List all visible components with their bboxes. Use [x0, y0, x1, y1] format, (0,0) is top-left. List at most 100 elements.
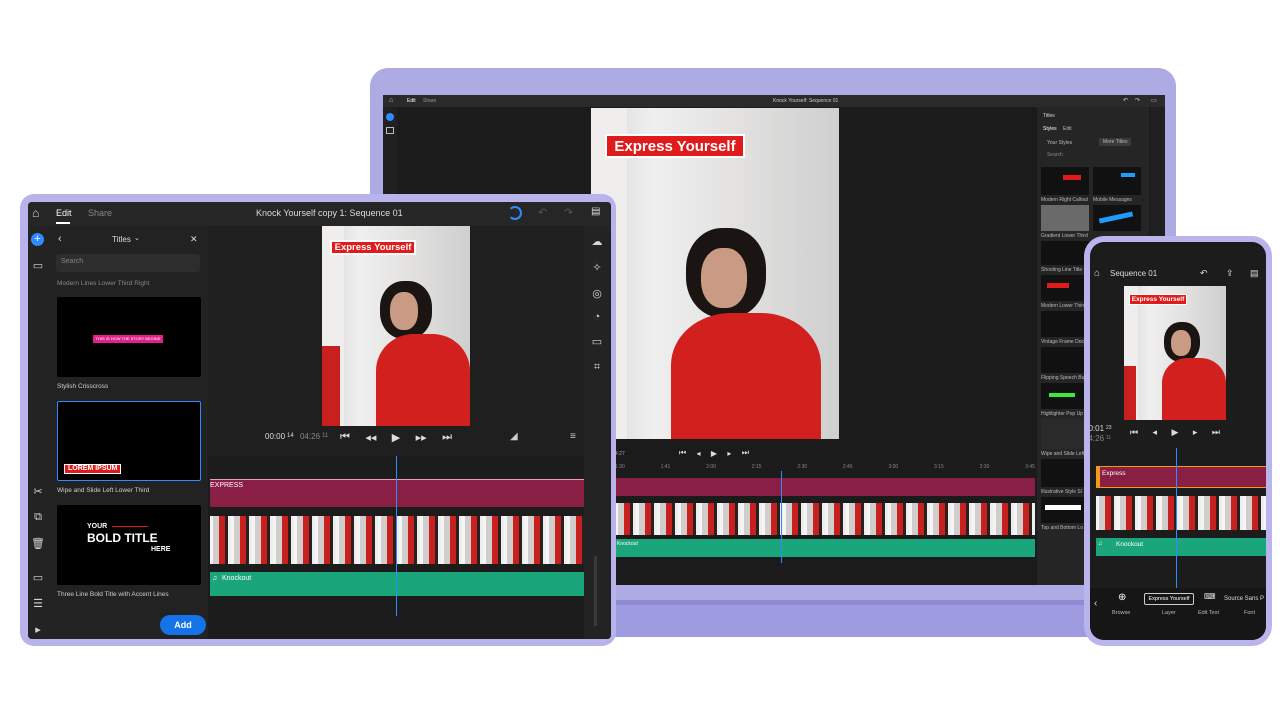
- home-icon[interactable]: ⌂: [389, 97, 393, 104]
- share-icon[interactable]: ⇪: [1226, 268, 1234, 279]
- crop-icon[interactable]: ⌗: [590, 360, 604, 374]
- back-icon[interactable]: ‹: [1094, 598, 1097, 609]
- laptop-audio-track[interactable]: Knockout: [615, 539, 1035, 557]
- more-titles-tab[interactable]: More Titles: [1099, 138, 1132, 146]
- home-icon[interactable]: ⌂: [32, 206, 39, 220]
- browse-label[interactable]: Browse: [1112, 610, 1130, 616]
- media-bin-icon[interactable]: ▭: [31, 258, 45, 272]
- title-thumb[interactable]: [1041, 311, 1089, 337]
- skip-back-icon[interactable]: ⏮: [340, 431, 350, 444]
- laptop-playhead[interactable]: [781, 471, 782, 563]
- media-icon[interactable]: [386, 127, 394, 134]
- audio-track[interactable]: ♫ Knockout: [210, 572, 584, 596]
- tab-edit-panel[interactable]: Edit: [1063, 126, 1072, 132]
- chevron-down-icon[interactable]: ⌄: [134, 234, 140, 242]
- title-thumb[interactable]: [1093, 205, 1141, 231]
- comment-icon[interactable]: ▤: [591, 206, 600, 217]
- home-icon[interactable]: ⌂: [1094, 268, 1100, 279]
- tab-edit[interactable]: Edit: [56, 208, 72, 218]
- keyboard-icon[interactable]: ⌨: [1204, 592, 1216, 601]
- add-media-button[interactable]: +: [31, 233, 44, 246]
- laptop-video-track[interactable]: [615, 503, 1035, 535]
- phone-playhead[interactable]: [1176, 448, 1177, 588]
- skip-back-icon[interactable]: ⏮: [1130, 427, 1138, 438]
- timeline-scrollbar[interactable]: [594, 556, 597, 626]
- title-thumb[interactable]: [1041, 275, 1089, 301]
- panel-search[interactable]: Search: [1047, 152, 1063, 158]
- audio-track[interactable]: ♫ Knockout: [1096, 538, 1266, 556]
- select-icon[interactable]: ▸: [31, 622, 45, 636]
- add-button[interactable]: Add: [160, 615, 206, 635]
- redo-icon[interactable]: ↷: [564, 206, 573, 219]
- title-thumb[interactable]: [1041, 241, 1089, 265]
- caption-icon[interactable]: ▭: [590, 334, 604, 348]
- browse-icon[interactable]: ⊕: [1118, 592, 1126, 603]
- step-forward-icon[interactable]: ▸: [1193, 427, 1198, 438]
- layer-label[interactable]: Layer: [1162, 610, 1176, 616]
- color-icon[interactable]: ◎: [590, 286, 604, 300]
- comment-icon[interactable]: ▤: [1250, 268, 1259, 279]
- tab-share[interactable]: Share: [88, 208, 112, 218]
- title-thumb[interactable]: [1041, 497, 1089, 523]
- your-styles-tab[interactable]: Your Styles: [1047, 140, 1072, 146]
- title-thumb[interactable]: [1041, 167, 1089, 195]
- title-track[interactable]: EXPRESS: [210, 479, 584, 507]
- template-card[interactable]: YOUR BOLD TITLE HERE: [57, 505, 201, 585]
- template-card[interactable]: THIS IS HOW THE STORY BEGINS: [57, 297, 201, 377]
- overlay-title[interactable]: Express Yourself: [1129, 294, 1187, 305]
- speed-icon[interactable]: ◔: [590, 310, 604, 324]
- track-icon[interactable]: ▭: [31, 570, 45, 584]
- title-thumb[interactable]: [1041, 459, 1089, 487]
- undo-icon[interactable]: ↶: [538, 206, 547, 219]
- close-icon[interactable]: ✕: [190, 234, 198, 245]
- add-media-button[interactable]: [386, 113, 394, 121]
- play-icon[interactable]: ▶: [392, 431, 400, 444]
- play-icon[interactable]: ▶: [1172, 427, 1179, 438]
- step-forward-icon[interactable]: ▸: [727, 449, 731, 458]
- template-card-selected[interactable]: LOREM IPSUM: [57, 401, 201, 481]
- undo-icon[interactable]: ↶: [1200, 268, 1208, 279]
- tab-styles[interactable]: Styles: [1043, 126, 1057, 132]
- title-thumb[interactable]: [1041, 419, 1089, 449]
- back-icon[interactable]: ‹: [58, 233, 62, 245]
- search-input[interactable]: Search: [56, 254, 200, 272]
- panel-title[interactable]: Titles: [112, 235, 131, 244]
- skip-forward-icon[interactable]: ⏭: [1212, 427, 1220, 438]
- menu-icon[interactable]: ≡: [570, 431, 576, 442]
- magic-icon[interactable]: ✧: [590, 260, 604, 274]
- font-label[interactable]: Font: [1244, 610, 1255, 616]
- overlay-title[interactable]: Express Yourself: [605, 134, 745, 158]
- video-track[interactable]: [210, 516, 584, 564]
- video-track[interactable]: [1096, 496, 1266, 530]
- fullscreen-icon[interactable]: ◢: [510, 431, 518, 442]
- delete-icon[interactable]: 🗑: [31, 536, 45, 550]
- redo-icon[interactable]: ↷: [1135, 97, 1140, 104]
- title-thumb[interactable]: [1093, 167, 1141, 195]
- comment-icon[interactable]: ▭: [1151, 97, 1157, 104]
- skip-back-icon[interactable]: ⏮: [679, 448, 686, 458]
- undo-icon[interactable]: ↶: [1123, 97, 1128, 104]
- title-track[interactable]: Express: [1096, 466, 1266, 488]
- tab-edit[interactable]: Edit: [407, 98, 416, 104]
- overlay-title[interactable]: Express Yourself: [330, 240, 416, 255]
- step-forward-icon[interactable]: ▸▸: [416, 431, 427, 444]
- duplicate-icon[interactable]: ⧉: [31, 510, 45, 524]
- step-back-icon[interactable]: ◂: [1153, 427, 1158, 438]
- font-value[interactable]: Source Sans P: [1224, 596, 1264, 602]
- skip-forward-icon[interactable]: ⏭: [742, 448, 749, 458]
- layer-text-field[interactable]: Express Yourself: [1144, 593, 1194, 605]
- split-icon[interactable]: ✂: [31, 484, 45, 498]
- list-icon[interactable]: ☰: [31, 596, 45, 610]
- step-back-icon[interactable]: ◂◂: [365, 431, 376, 444]
- play-icon[interactable]: ▶: [711, 449, 717, 458]
- tablet-playhead[interactable]: [396, 456, 397, 616]
- upload-icon[interactable]: ☁: [590, 234, 604, 248]
- title-thumb[interactable]: [1041, 347, 1089, 373]
- skip-forward-icon[interactable]: ⏭: [442, 431, 452, 444]
- laptop-title-track[interactable]: [615, 478, 1035, 496]
- title-thumb[interactable]: [1041, 205, 1089, 231]
- edit-text-label[interactable]: Edit Text: [1198, 610, 1219, 616]
- title-thumb[interactable]: [1041, 383, 1089, 409]
- step-back-icon[interactable]: ◂: [697, 449, 701, 458]
- tab-share[interactable]: Share: [423, 98, 436, 104]
